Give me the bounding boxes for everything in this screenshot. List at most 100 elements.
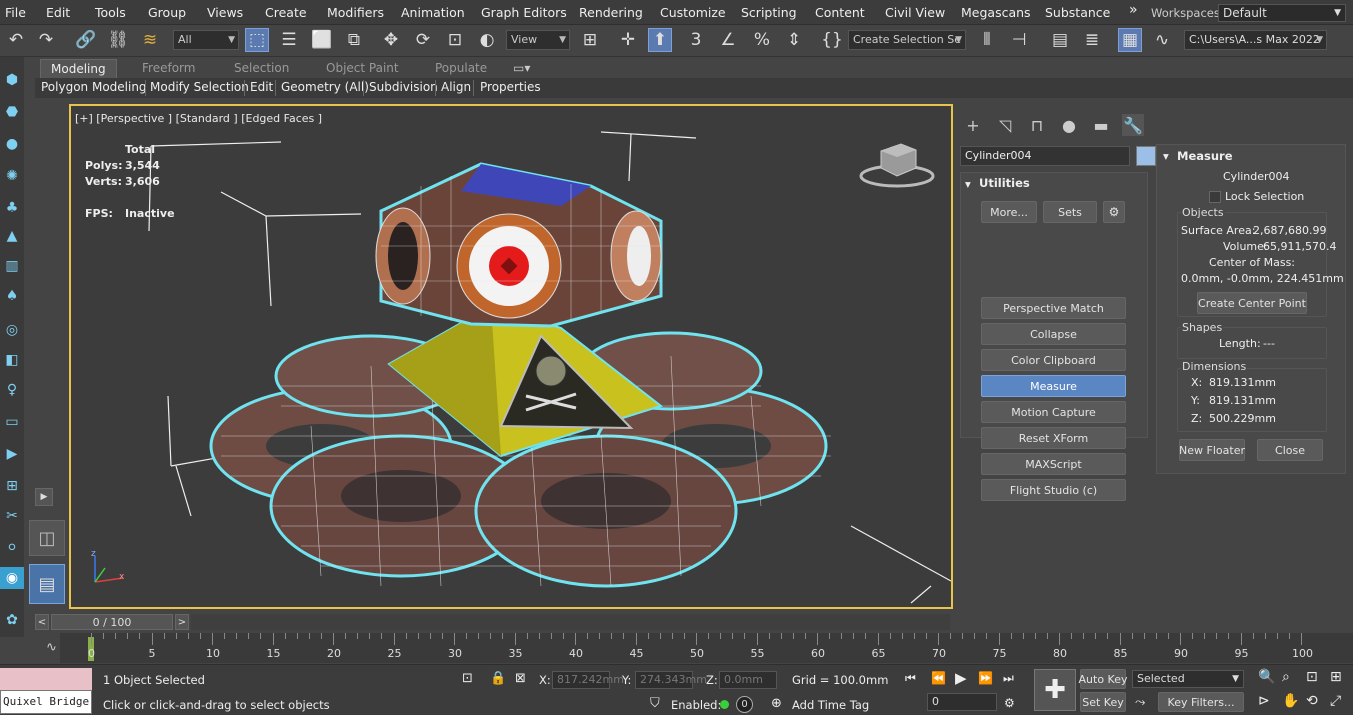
helper-icon[interactable]: ◎ xyxy=(0,319,24,341)
menu-customize[interactable]: Customize xyxy=(660,5,726,20)
place-icon[interactable]: ◐ xyxy=(475,28,499,52)
util-reset-xform[interactable]: Reset XForm xyxy=(981,427,1126,449)
field-of-view-icon[interactable]: ⊳ xyxy=(1258,693,1270,709)
go-to-start-icon[interactable]: ⏮ xyxy=(905,671,916,686)
rollout-collapse-icon[interactable]: ▾ xyxy=(965,177,971,191)
orbit-icon[interactable]: ⟲ xyxy=(1306,693,1318,709)
key-filters-button[interactable]: Key Filters... xyxy=(1158,692,1244,712)
timeline-track[interactable]: 0 5 10 15 20 25 30 35 40 45 50 55 60 65 70 75 80 85 90 95 10… xyxy=(60,633,1353,663)
move-icon[interactable]: ✥ xyxy=(379,28,403,52)
undo-icon[interactable]: ↶ xyxy=(4,28,28,52)
ribbon-polygon-modeling[interactable]: Polygon Modeling xyxy=(41,80,147,94)
tab-modeling[interactable]: Modeling xyxy=(40,59,117,78)
ref-coord-dropdown[interactable]: View ▼ xyxy=(506,30,570,50)
play-icon[interactable]: ▶ xyxy=(955,669,967,687)
go-to-end-icon[interactable]: ⏭ xyxy=(1003,671,1014,686)
foliage-panel-icon[interactable]: ▥ xyxy=(0,255,24,277)
rollout-collapse-icon[interactable]: ▾ xyxy=(1163,149,1169,163)
x-coordinate-field[interactable]: 817.242mm xyxy=(552,671,624,689)
angle-snap-icon[interactable]: ∠ xyxy=(716,28,740,52)
enabled-count[interactable]: 0 xyxy=(736,696,753,713)
panel-icon[interactable]: ▭ xyxy=(0,411,24,433)
quixel-bridge-field[interactable]: Quixel Bridge xyxy=(0,690,92,714)
hierarchy-tab-icon[interactable]: ⊓ xyxy=(1026,114,1048,136)
util-perspective-match[interactable]: Perspective Match xyxy=(981,297,1126,319)
layer-explorer-icon[interactable]: ≣ xyxy=(1080,28,1104,52)
menu-group[interactable]: Group xyxy=(148,5,186,20)
perspective-viewport[interactable]: [+] [Perspective ] [Standard ] [Edged Fa… xyxy=(69,104,953,609)
sun-icon[interactable]: ✺ xyxy=(0,165,24,187)
ribbon-modify-selection[interactable]: Modify Selection xyxy=(150,80,249,94)
absolute-mode-icon[interactable]: ⊠ xyxy=(515,671,526,686)
tab-freeform[interactable]: Freeform xyxy=(142,61,195,75)
add-time-tag[interactable]: Add Time Tag xyxy=(792,698,869,712)
bulb-icon[interactable]: ♀ xyxy=(0,379,24,401)
unlink-icon[interactable]: ⛓ xyxy=(106,28,130,52)
spheres-icon[interactable]: ⚪ xyxy=(0,537,24,559)
viewport-layout-icon[interactable]: ◫ xyxy=(29,520,65,556)
curve-editor-icon[interactable]: ∿ xyxy=(1150,28,1174,52)
current-frame-field[interactable]: 0 xyxy=(927,693,997,711)
select-object-icon[interactable]: ⬚ xyxy=(245,28,269,52)
set-key-mode-icon[interactable]: ✚ xyxy=(1034,669,1076,711)
scene-explorer-icon[interactable]: ▤ xyxy=(1048,28,1072,52)
key-mode-dropdown[interactable]: Selected ▼ xyxy=(1132,670,1244,688)
menu-scripting[interactable]: Scripting xyxy=(741,5,797,20)
snaps-toggle-icon[interactable]: 3 xyxy=(684,28,708,52)
spinner-snap-icon[interactable]: ⇕ xyxy=(782,28,806,52)
ribbon-properties[interactable]: Properties xyxy=(480,80,541,94)
edit-named-selection-icon[interactable]: {} xyxy=(820,28,844,52)
ribbon-edit[interactable]: Edit xyxy=(250,80,273,94)
time-prev-button[interactable]: < xyxy=(35,614,49,630)
tree-icon[interactable]: ♣ xyxy=(0,197,24,219)
select-by-name-icon[interactable]: ☰ xyxy=(277,28,301,52)
ribbon-subdivision[interactable]: Subdivision xyxy=(369,80,438,94)
viewport-single-icon[interactable]: ▤ xyxy=(29,564,65,604)
object-name-field[interactable]: Cylinder004 xyxy=(960,146,1130,166)
maximize-viewport-icon[interactable]: ⤢ xyxy=(1330,693,1341,709)
layers-icon[interactable]: ◧ xyxy=(0,349,24,371)
tab-populate[interactable]: Populate xyxy=(435,61,487,75)
conifer-icon[interactable]: ♠ xyxy=(0,285,24,307)
motion-tab-icon[interactable]: ● xyxy=(1058,114,1080,136)
rectangular-selection-icon[interactable]: ⬜ xyxy=(310,28,334,52)
redo-icon[interactable]: ↷ xyxy=(34,28,58,52)
curve-editor-toggle-icon[interactable]: ∿ xyxy=(46,640,57,655)
close-button[interactable]: Close xyxy=(1257,439,1323,461)
menu-create[interactable]: Create xyxy=(265,5,307,20)
select-manipulate-icon[interactable]: ✛ xyxy=(616,28,640,52)
time-tag-icon[interactable]: ⊕ xyxy=(771,696,782,711)
pan-hand-icon[interactable]: ✋ xyxy=(1282,693,1299,709)
lock-icon[interactable]: 🔒 xyxy=(490,671,506,686)
menu-content[interactable]: Content xyxy=(815,5,865,20)
util-collapse[interactable]: Collapse xyxy=(981,323,1126,345)
menu-rendering[interactable]: Rendering xyxy=(579,5,643,20)
named-selection-dropdown[interactable]: Create Selection Se ▼ xyxy=(848,30,966,50)
pin-icon[interactable]: ✿ xyxy=(0,609,24,631)
new-floater-button[interactable]: New Floater xyxy=(1179,439,1245,461)
keyboard-shortcut-override-icon[interactable]: ⬆ xyxy=(648,28,672,52)
menu-graph-editors[interactable]: Graph Editors xyxy=(481,5,567,20)
mirror-icon[interactable]: ⫴ xyxy=(975,28,999,52)
menu-overflow-icon[interactable]: » xyxy=(1129,2,1138,18)
time-slider-track[interactable] xyxy=(191,614,950,630)
create-center-point-button[interactable]: Create Center Point xyxy=(1197,292,1307,314)
zoom-extents-icon[interactable]: ⊡ xyxy=(1306,669,1318,685)
window-crossing-icon[interactable]: ⧉ xyxy=(342,28,366,52)
lock-selection-checkbox[interactable] xyxy=(1209,191,1221,203)
zoom-icon[interactable]: 🔍 xyxy=(1258,669,1275,685)
scale-icon[interactable]: ⊡ xyxy=(443,28,467,52)
menu-megascans[interactable]: Megascans xyxy=(961,5,1031,20)
auto-key-button[interactable]: Auto Key xyxy=(1079,669,1128,689)
ribbon-toggle-icon[interactable]: ▦ xyxy=(1118,28,1142,52)
ribbon-geometry-all[interactable]: Geometry (All) xyxy=(281,80,369,94)
set-key-button[interactable]: Set Key xyxy=(1080,692,1126,712)
z-coordinate-field[interactable]: 0.0mm xyxy=(719,671,777,689)
link-icon[interactable]: 🔗 xyxy=(74,28,98,52)
menu-animation[interactable]: Animation xyxy=(401,5,465,20)
percent-snap-icon[interactable]: % xyxy=(750,28,774,52)
more-button[interactable]: More... xyxy=(981,201,1037,223)
menu-civil-view[interactable]: Civil View xyxy=(885,5,945,20)
rotate-icon[interactable]: ⟳ xyxy=(411,28,435,52)
expand-arrow-icon[interactable]: ▶ xyxy=(35,488,53,506)
